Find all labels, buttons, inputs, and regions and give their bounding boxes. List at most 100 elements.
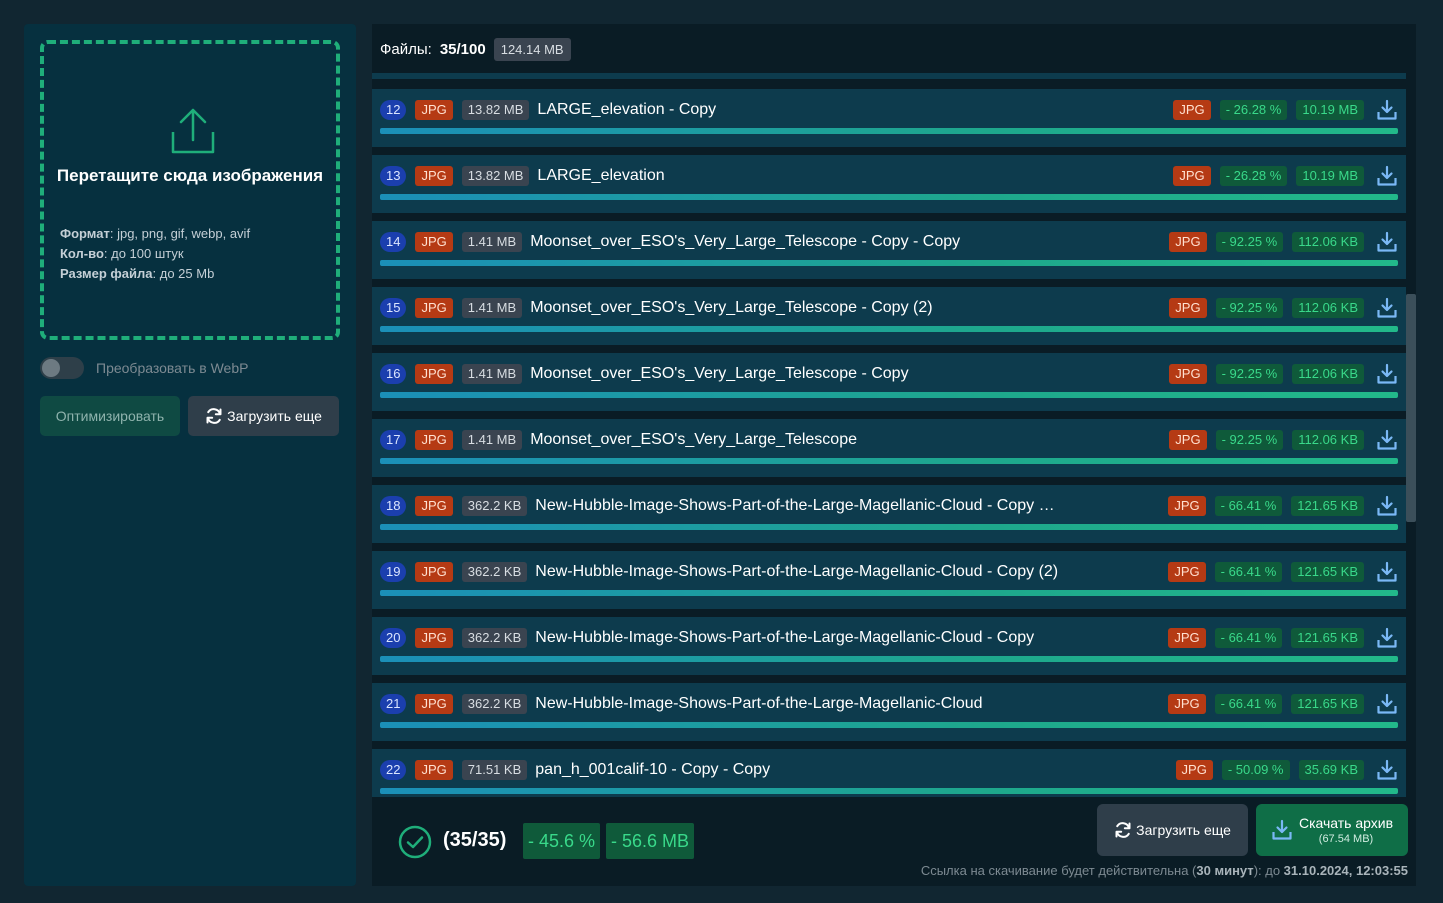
download-archive-button[interactable]: Скачать архив (67.54 MB) xyxy=(1256,804,1408,856)
download-icon[interactable] xyxy=(1376,297,1398,319)
file-list[interactable]: Файлы: 35/100 124.14 MB 12 JPG 13.82 MB LAR… xyxy=(372,24,1416,797)
file-row: 22 JPG 71.51 KB pan_h_001calif-10 - Copy - … xyxy=(372,749,1406,797)
progress-bar xyxy=(380,458,1398,464)
file-result: JPG - 66.41 % 121.65 KB xyxy=(1168,495,1398,517)
file-name: pan_h_001calif-10 - Copy - Copy xyxy=(535,761,771,778)
file-size-badge: 1.41 MB xyxy=(461,232,523,252)
file-result: JPG - 66.41 % 121.65 KB xyxy=(1168,693,1398,715)
download-icon[interactable] xyxy=(1376,165,1398,187)
file-result: JPG - 26.28 % 10.19 MB xyxy=(1173,165,1398,187)
file-info: 15 JPG 1.41 MB Moonset_over_ESO's_Very_Larg… xyxy=(380,297,933,319)
file-row: 15 JPG 1.41 MB Moonset_over_ESO's_Very_Larg… xyxy=(372,287,1406,345)
file-info: 22 JPG 71.51 KB pan_h_001calif-10 - Copy - … xyxy=(380,759,770,781)
download-icon[interactable] xyxy=(1376,363,1398,385)
output-size-badge: 10.19 MB xyxy=(1296,100,1364,120)
total-saving-size: - 56.6 MB xyxy=(606,823,695,859)
file-name: New-Hubble-Image-Shows-Part-of-the-Large… xyxy=(535,563,1059,580)
file-format-badge: JPG xyxy=(415,100,453,120)
file-number-badge: 14 xyxy=(380,232,407,252)
optimize-button[interactable]: Оптимизировать xyxy=(40,396,180,436)
saving-percent-badge: - 66.41 % xyxy=(1214,496,1283,516)
size-label: Размер файла xyxy=(60,266,153,281)
file-info: 19 JPG 362.2 KB New-Hubble-Image-Shows-Part… xyxy=(380,561,1058,583)
file-size-badge: 13.82 MB xyxy=(461,100,530,120)
download-icon[interactable] xyxy=(1376,627,1398,649)
file-result: JPG - 92.25 % 112.06 KB xyxy=(1169,363,1398,385)
progress-bar xyxy=(380,326,1398,332)
output-size-badge: 35.69 KB xyxy=(1298,760,1364,780)
footer-upload-more-label: Загрузить еще xyxy=(1136,822,1231,838)
saving-percent-badge: - 50.09 % xyxy=(1221,760,1290,780)
files-panel: Файлы: 35/100 124.14 MB 12 JPG 13.82 MB LAR… xyxy=(372,24,1416,886)
output-size-badge: 121.65 KB xyxy=(1291,496,1364,516)
done-count: (35/35) xyxy=(443,829,507,851)
file-info: 13 JPG 13.82 MB LARGE_elevation xyxy=(380,165,665,187)
output-size-badge: 112.06 KB xyxy=(1292,298,1364,318)
output-size-badge: 10.19 MB xyxy=(1296,166,1364,186)
file-row: 20 JPG 362.2 KB New-Hubble-Image-Shows-Part… xyxy=(372,617,1406,675)
file-result: JPG - 66.41 % 121.65 KB xyxy=(1168,627,1398,649)
output-format-badge: JPG xyxy=(1168,628,1206,648)
file-number-badge: 17 xyxy=(380,430,407,450)
progress-bar xyxy=(380,392,1398,398)
file-size-badge: 362.2 KB xyxy=(461,694,528,714)
output-size-badge: 121.65 KB xyxy=(1291,562,1364,582)
upload-more-button[interactable]: Загрузить еще xyxy=(188,396,339,436)
webp-toggle-label: Преобразовать в WebP xyxy=(96,360,249,376)
file-number-badge: 22 xyxy=(380,760,407,780)
progress-bar xyxy=(380,128,1398,134)
file-number-badge: 18 xyxy=(380,496,407,516)
file-row: 18 JPG 362.2 KB New-Hubble-Image-Shows-Part… xyxy=(372,485,1406,543)
file-number-badge: 20 xyxy=(380,628,407,648)
file-size-badge: 1.41 MB xyxy=(461,364,523,384)
archive-label: Скачать архив xyxy=(1298,815,1394,831)
file-info: 12 JPG 13.82 MB LARGE_elevation - Copy xyxy=(380,99,716,121)
saving-percent-badge: - 92.25 % xyxy=(1215,430,1284,450)
file-row: 12 JPG 13.82 MB LARGE_elevation - Copy JPG - … xyxy=(372,89,1406,147)
file-name: LARGE_elevation - Copy xyxy=(537,101,717,118)
webp-toggle[interactable] xyxy=(40,357,84,379)
saving-percent-badge: - 66.41 % xyxy=(1214,562,1283,582)
note-duration: 30 минут xyxy=(1196,863,1254,878)
footer-upload-more-button[interactable]: Загрузить еще xyxy=(1097,804,1248,856)
download-icon[interactable] xyxy=(1376,231,1398,253)
download-icon[interactable] xyxy=(1376,561,1398,583)
files-header: Файлы: 35/100 124.14 MB xyxy=(380,36,571,62)
download-icon[interactable] xyxy=(1376,495,1398,517)
output-format-badge: JPG xyxy=(1168,562,1206,582)
file-name: Moonset_over_ESO's_Very_Large_Telescope xyxy=(530,431,857,448)
total-size-badge: 124.14 MB xyxy=(493,37,571,61)
progress-bar xyxy=(380,656,1398,662)
file-format-badge: JPG xyxy=(415,430,453,450)
file-info: 18 JPG 362.2 KB New-Hubble-Image-Shows-Part… xyxy=(380,495,1055,517)
saving-percent-badge: - 66.41 % xyxy=(1214,628,1283,648)
file-size-badge: 1.41 MB xyxy=(461,430,523,450)
file-row: 21 JPG 362.2 KB New-Hubble-Image-Shows-Part… xyxy=(372,683,1406,741)
note-prefix: Ссылка на скачивание будет действительна… xyxy=(920,863,1197,878)
output-format-badge: JPG xyxy=(1169,232,1207,252)
files-label: Файлы: xyxy=(380,40,432,58)
dropzone[interactable]: Перетащите сюда изображения Формат: jpg,… xyxy=(40,40,340,340)
download-icon[interactable] xyxy=(1376,759,1398,781)
file-number-badge: 16 xyxy=(380,364,407,384)
download-icon[interactable] xyxy=(1376,429,1398,451)
upload-more-label: Загрузить еще xyxy=(227,408,322,424)
saving-percent-badge: - 66.41 % xyxy=(1214,694,1283,714)
file-result: JPG - 92.25 % 112.06 KB xyxy=(1169,429,1398,451)
output-format-badge: JPG xyxy=(1169,430,1207,450)
list-scrollbar[interactable] xyxy=(1406,294,1416,522)
file-result: JPG - 26.28 % 10.19 MB xyxy=(1173,99,1398,121)
file-number-badge: 12 xyxy=(380,100,407,120)
upload-icon xyxy=(171,108,215,154)
download-icon[interactable] xyxy=(1376,99,1398,121)
file-name: Moonset_over_ESO's_Very_Large_Telescope … xyxy=(530,233,961,250)
file-number-badge: 13 xyxy=(380,166,407,186)
output-format-badge: JPG xyxy=(1168,496,1206,516)
download-icon[interactable] xyxy=(1376,693,1398,715)
file-result: JPG - 66.41 % 121.65 KB xyxy=(1168,561,1398,583)
file-size-badge: 13.82 MB xyxy=(461,166,530,186)
file-name: New-Hubble-Image-Shows-Part-of-the-Large… xyxy=(535,497,1055,514)
file-format-badge: JPG xyxy=(415,694,453,714)
list-top-edge xyxy=(372,73,1406,79)
note-middle: ): до xyxy=(1253,863,1284,878)
